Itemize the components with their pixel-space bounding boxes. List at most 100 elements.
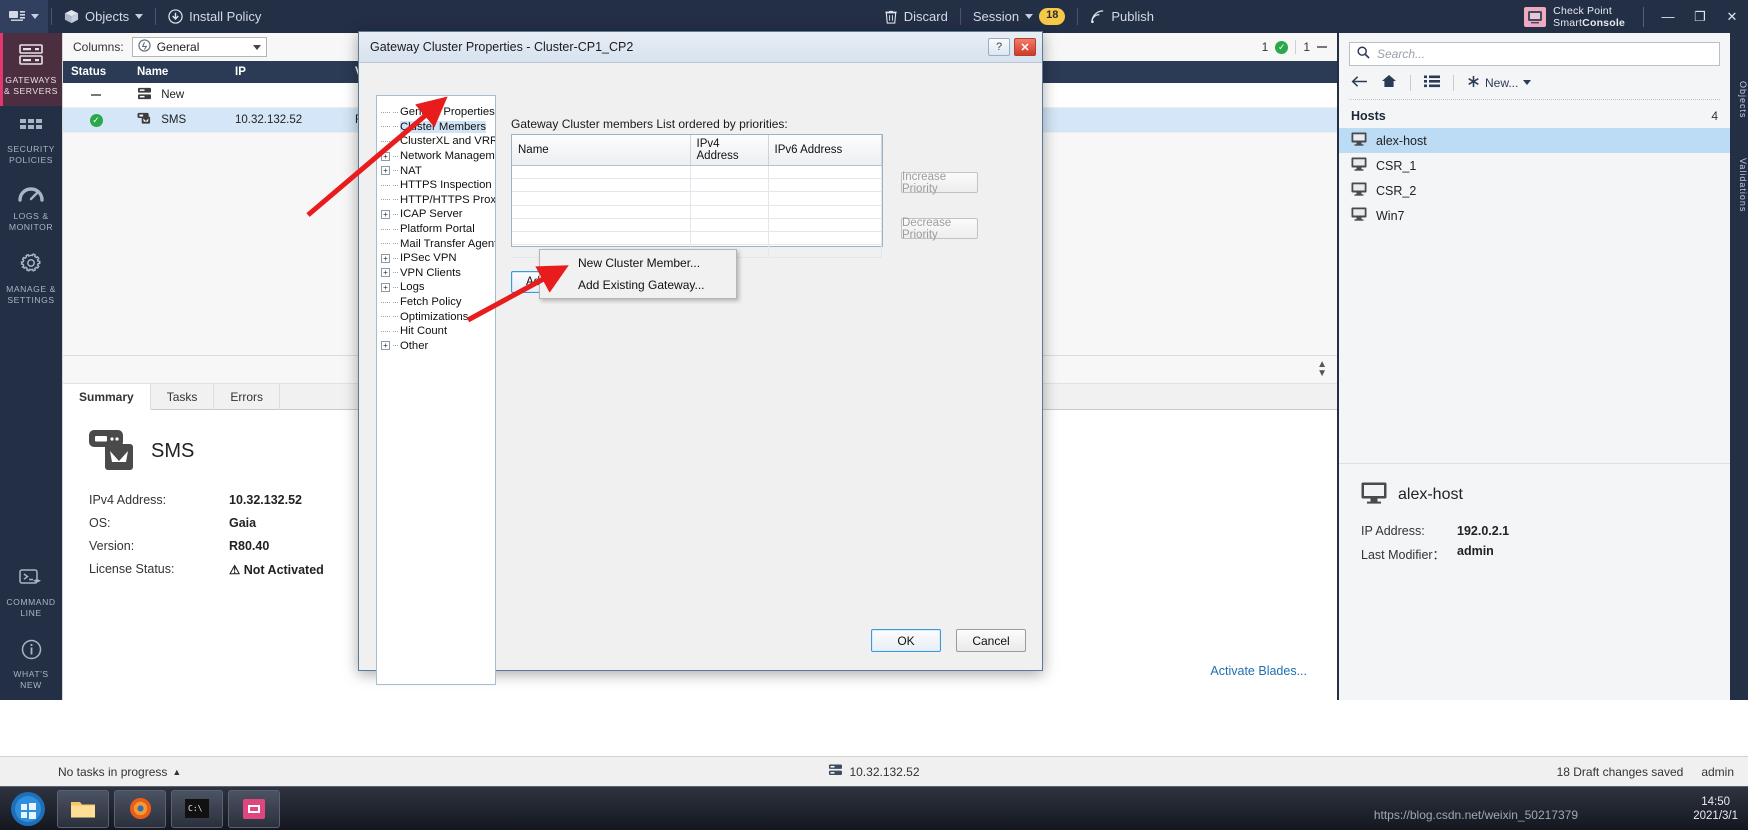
summary-title: SMS	[151, 440, 195, 462]
tree-node-logs[interactable]: + Logs	[377, 280, 495, 295]
session-button[interactable]: Session 18	[964, 0, 1075, 33]
activate-blades-link[interactable]: Activate Blades...	[1210, 664, 1307, 678]
status-ok-icon: ✓	[1275, 40, 1289, 54]
decrease-priority-button[interactable]: Decrease Priority	[901, 217, 978, 241]
install-policy-button[interactable]: Install Policy	[159, 0, 270, 33]
list-item[interactable]: CSR_2	[1339, 178, 1730, 203]
pane-collapse-toggle[interactable]: ▲ ▼	[1317, 360, 1327, 379]
home-icon[interactable]	[1381, 74, 1397, 91]
tree-node-ipsec-vpn[interactable]: + IPSec VPN	[377, 251, 495, 266]
tab-tasks[interactable]: Tasks	[151, 384, 215, 410]
tree-node-general-properties[interactable]: General Properties	[377, 105, 495, 120]
col-status[interactable]: Status	[63, 61, 129, 83]
left-navigation: GATEWAYS & SERVERS SECURITY POLICIES LOGS …	[0, 33, 62, 700]
taskbar-clock[interactable]: 14:50 2021/3/1	[1693, 795, 1738, 823]
table-row[interactable]	[512, 231, 882, 246]
divider	[1410, 74, 1411, 91]
menu-item-add-existing-gateway[interactable]: Add Existing Gateway...	[540, 274, 736, 296]
expand-icon[interactable]: +	[381, 166, 390, 176]
tree-node-network-management[interactable]: +Network Management	[377, 149, 495, 164]
col-ipv4[interactable]: IPv4 Address	[690, 135, 769, 166]
menu-item-new-cluster-member[interactable]: New Cluster Member...	[540, 252, 736, 274]
status-tasks[interactable]: No tasks in progress ▲	[0, 765, 181, 779]
table-row[interactable]	[512, 191, 882, 206]
smartconsole-icon[interactable]	[228, 789, 280, 828]
object-detail-field: IP Address: 192.0.2.1	[1339, 521, 1730, 541]
row-ip	[227, 83, 347, 108]
table-row[interactable]	[512, 165, 882, 180]
minimize-button[interactable]: —	[1652, 0, 1684, 33]
restore-button[interactable]: ❐	[1684, 0, 1716, 33]
tree-node-cluster-members[interactable]: Cluster Members	[377, 120, 495, 135]
detail-value: admin	[1457, 544, 1494, 558]
expand-icon[interactable]: +	[381, 151, 390, 161]
table-row[interactable]	[512, 178, 882, 193]
expand-icon[interactable]: +	[381, 341, 390, 351]
sidebar-item-whats-new[interactable]: WHAT'S NEW	[0, 628, 62, 700]
tree-node-platform-portal[interactable]: Platform Portal	[377, 222, 495, 237]
trash-icon	[884, 9, 898, 24]
list-item[interactable]: alex-host	[1339, 128, 1730, 153]
tab-errors[interactable]: Errors	[214, 384, 281, 410]
back-arrow-icon[interactable]	[1351, 75, 1368, 91]
cluster-members-table[interactable]: Name IPv4 Address IPv6 Address	[511, 134, 883, 259]
sidebar-item-gateways-servers[interactable]: GATEWAYS & SERVERS	[0, 33, 62, 106]
sidebar-item-logs-monitor[interactable]: LOGS & MONITOR	[0, 175, 62, 242]
search-input[interactable]: Search...	[1349, 42, 1720, 66]
col-ipv6[interactable]: IPv6 Address	[768, 135, 882, 166]
sidebar-label-whats-new: WHAT'S NEW	[13, 669, 49, 690]
new-object-button[interactable]: New...	[1467, 75, 1532, 91]
tree-node-http-https-proxy[interactable]: HTTP/HTTPS Proxy	[377, 193, 495, 208]
tree-node-https-inspection[interactable]: HTTPS Inspection	[377, 178, 495, 193]
tree-node-fetch-policy[interactable]: Fetch Policy	[377, 295, 495, 310]
tree-node-mail-transfer-agent[interactable]: Mail Transfer Agent	[377, 236, 495, 251]
increase-priority-button[interactable]: Increase Priority	[901, 171, 978, 195]
search-placeholder: Search...	[1377, 47, 1426, 61]
tree-node-other[interactable]: + Other	[377, 339, 495, 354]
brand-text: Check Point SmartConsole	[1553, 5, 1625, 29]
col-name[interactable]: Name	[512, 135, 691, 166]
ok-button[interactable]: OK	[871, 629, 941, 652]
field-value: Gaia	[229, 516, 257, 530]
col-name[interactable]: Name	[129, 61, 227, 83]
expand-icon[interactable]: +	[381, 209, 390, 219]
columns-select[interactable]: General	[131, 37, 267, 57]
publish-button[interactable]: Publish	[1081, 0, 1163, 33]
cancel-button[interactable]: Cancel	[956, 629, 1026, 652]
tree-node-clusterxl-vrrp[interactable]: ClusterXL and VRRP	[377, 134, 495, 149]
dialog-help-button[interactable]: ?	[988, 38, 1010, 56]
dialog-close-button[interactable]: ✕	[1014, 38, 1036, 56]
rail-tab-validations[interactable]: Validations	[1730, 158, 1748, 212]
draft-changes-label[interactable]: 18 Draft changes saved	[1557, 765, 1684, 779]
expand-icon[interactable]: +	[381, 253, 390, 263]
list-view-icon[interactable]	[1424, 75, 1440, 91]
chevron-down-icon	[31, 14, 39, 19]
list-item[interactable]: Win7	[1339, 203, 1730, 228]
tree-node-optimizations[interactable]: Optimizations	[377, 309, 495, 324]
list-item[interactable]: CSR_1	[1339, 153, 1730, 178]
rail-tab-objects[interactable]: Objects	[1730, 81, 1748, 119]
terminal-icon[interactable]: C:\	[171, 789, 223, 828]
sidebar-item-command-line[interactable]: COMMAND LINE	[0, 557, 62, 628]
tree-node-vpn-clients[interactable]: + VPN Clients	[377, 266, 495, 281]
tree-node-hit-count[interactable]: Hit Count	[377, 324, 495, 339]
objects-menu-button[interactable]: Objects	[55, 0, 152, 33]
expand-icon[interactable]: +	[381, 282, 390, 292]
close-button[interactable]: ✕	[1716, 0, 1748, 33]
table-row[interactable]	[512, 218, 882, 232]
start-orb-icon[interactable]	[4, 789, 52, 829]
col-ip[interactable]: IP	[227, 61, 347, 83]
expand-icon[interactable]: +	[381, 268, 390, 278]
main-menu-button[interactable]	[0, 0, 48, 33]
tree-node-icap-server[interactable]: + ICAP Server	[377, 207, 495, 222]
objects-panel: Search... New... Hosts 4 alex-host CSR_1…	[1337, 33, 1730, 700]
tree-node-nat[interactable]: + NAT	[377, 163, 495, 178]
discard-button[interactable]: Discard	[875, 0, 957, 33]
chevron-up-icon: ▲	[172, 766, 182, 777]
sidebar-item-security-policies[interactable]: SECURITY POLICIES	[0, 106, 62, 175]
firefox-icon[interactable]	[114, 789, 166, 828]
sidebar-item-manage-settings[interactable]: MANAGE & SETTINGS	[0, 242, 62, 315]
tab-summary[interactable]: Summary	[63, 384, 151, 410]
explorer-icon[interactable]	[57, 789, 109, 828]
table-row[interactable]	[512, 205, 882, 219]
